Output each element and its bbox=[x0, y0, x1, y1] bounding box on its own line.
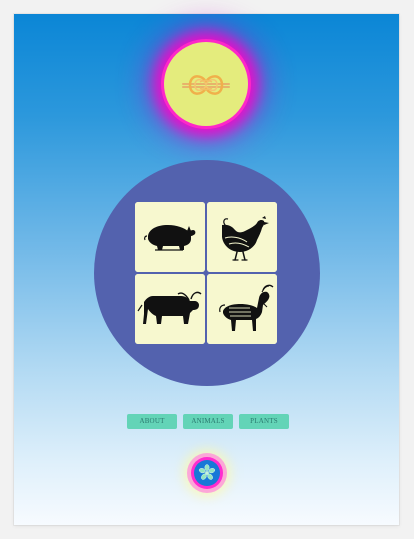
main-nav: ABOUT ANIMALS PLANTS bbox=[127, 414, 289, 429]
flower-icon bbox=[198, 464, 216, 482]
goat-tile[interactable] bbox=[207, 274, 277, 344]
nav-about-button[interactable]: ABOUT bbox=[127, 414, 177, 429]
goat-icon bbox=[207, 274, 277, 344]
pig-tile[interactable] bbox=[135, 202, 205, 272]
bull-icon bbox=[135, 274, 205, 344]
footer-flower-button[interactable] bbox=[194, 460, 220, 486]
page: ABOUT ANIMALS PLANTS bbox=[14, 14, 399, 525]
nav-animals-button[interactable]: ANIMALS bbox=[183, 414, 233, 429]
knot-emblem-icon bbox=[168, 46, 244, 122]
pig-icon bbox=[135, 202, 205, 272]
bull-tile[interactable] bbox=[135, 274, 205, 344]
nav-plants-button[interactable]: PLANTS bbox=[239, 414, 289, 429]
logo-badge[interactable] bbox=[164, 42, 248, 126]
chicken-tile[interactable] bbox=[207, 202, 277, 272]
chicken-icon bbox=[207, 202, 277, 272]
gallery-circle bbox=[94, 160, 320, 386]
